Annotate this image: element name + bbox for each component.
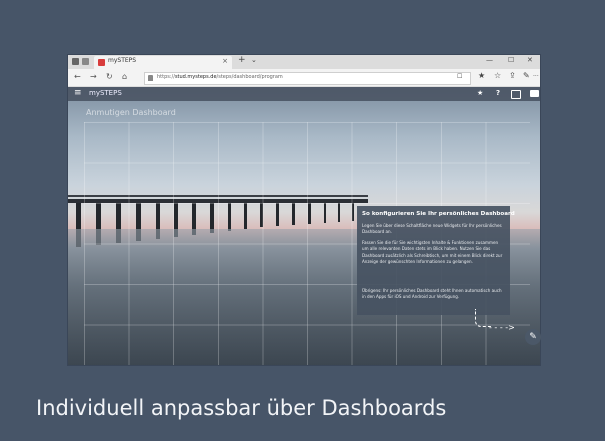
browser-tab-bar: mySTEPS × + ⌄ — ☐ ✕ — [68, 55, 540, 69]
pen-icon[interactable]: ✎ — [523, 71, 530, 80]
url-field[interactable]: https://stud.mysteps.de/steps/dashboard/… — [144, 72, 471, 85]
tab-actions-icon[interactable] — [72, 58, 79, 65]
more-icon[interactable]: ··· — [533, 73, 539, 80]
tab-close-icon[interactable]: × — [222, 57, 228, 65]
edit-dashboard-button[interactable]: ✎ — [525, 329, 541, 345]
back-button[interactable]: ← — [74, 72, 81, 81]
favorite-star-icon[interactable]: ★ — [478, 71, 485, 80]
panel-paragraph-3: Übrigens: Ihr persönliches Dashboard ste… — [362, 288, 502, 300]
new-tab-button[interactable]: + — [238, 55, 246, 65]
tab-dropdown-icon[interactable]: ⌄ — [251, 56, 257, 64]
browser-tab[interactable]: mySTEPS × — [94, 56, 232, 69]
maximize-button[interactable]: ☐ — [508, 56, 514, 64]
forward-button[interactable]: → — [90, 72, 97, 81]
help-icon[interactable]: ? — [496, 89, 500, 97]
pencil-icon: ✎ — [529, 332, 537, 342]
star-icon[interactable]: ★ — [477, 89, 483, 97]
address-bar: ← → ↻ ⌂ https://stud.mysteps.de/steps/da… — [68, 69, 540, 87]
reading-view-icon[interactable]: ☐ — [457, 73, 462, 80]
arrow-icon: - - - -> — [489, 323, 515, 332]
panel-paragraph-1: Legen Sie über diese Schaltfläche neue W… — [362, 223, 502, 235]
panel-paragraph-2: Fassen Sie die für Sie wichtigsten Inhal… — [362, 240, 503, 264]
close-window-button[interactable]: ✕ — [527, 56, 533, 64]
lock-icon — [148, 75, 153, 81]
panel-title: So konfigurieren Sie Ihr persönliches Da… — [362, 211, 515, 217]
messages-icon[interactable] — [511, 90, 521, 99]
reload-button[interactable]: ↻ — [106, 72, 113, 81]
favicon-icon — [98, 59, 105, 66]
configure-dashboard-panel: So konfigurieren Sie Ihr persönliches Da… — [357, 206, 515, 315]
share-icon[interactable]: ⇪ — [509, 71, 516, 80]
tab-list-icon[interactable] — [82, 58, 89, 65]
menu-icon[interactable]: ≡ — [74, 88, 82, 98]
url-text: https://stud.mysteps.de/steps/dashboard/… — [157, 74, 283, 80]
app-name: mySTEPS — [89, 89, 122, 97]
minimize-button[interactable]: — — [486, 56, 493, 64]
dashboard-greeting: Anmutigen Dashboard — [86, 108, 176, 117]
home-button[interactable]: ⌂ — [122, 72, 127, 81]
slide-caption: Individuell anpassbar über Dashboards — [36, 396, 447, 420]
app-content: ≡ mySTEPS ★ ? Anmutigen Dashboard So kon… — [68, 87, 540, 365]
tab-title: mySTEPS — [108, 57, 137, 64]
screenshot-frame: mySTEPS × + ⌄ — ☐ ✕ ← → ↻ ⌂ https://stud… — [68, 55, 540, 365]
account-icon[interactable] — [530, 90, 539, 97]
app-header: ≡ mySTEPS ★ ? — [68, 87, 540, 101]
collections-icon[interactable]: ☆ — [494, 71, 501, 80]
